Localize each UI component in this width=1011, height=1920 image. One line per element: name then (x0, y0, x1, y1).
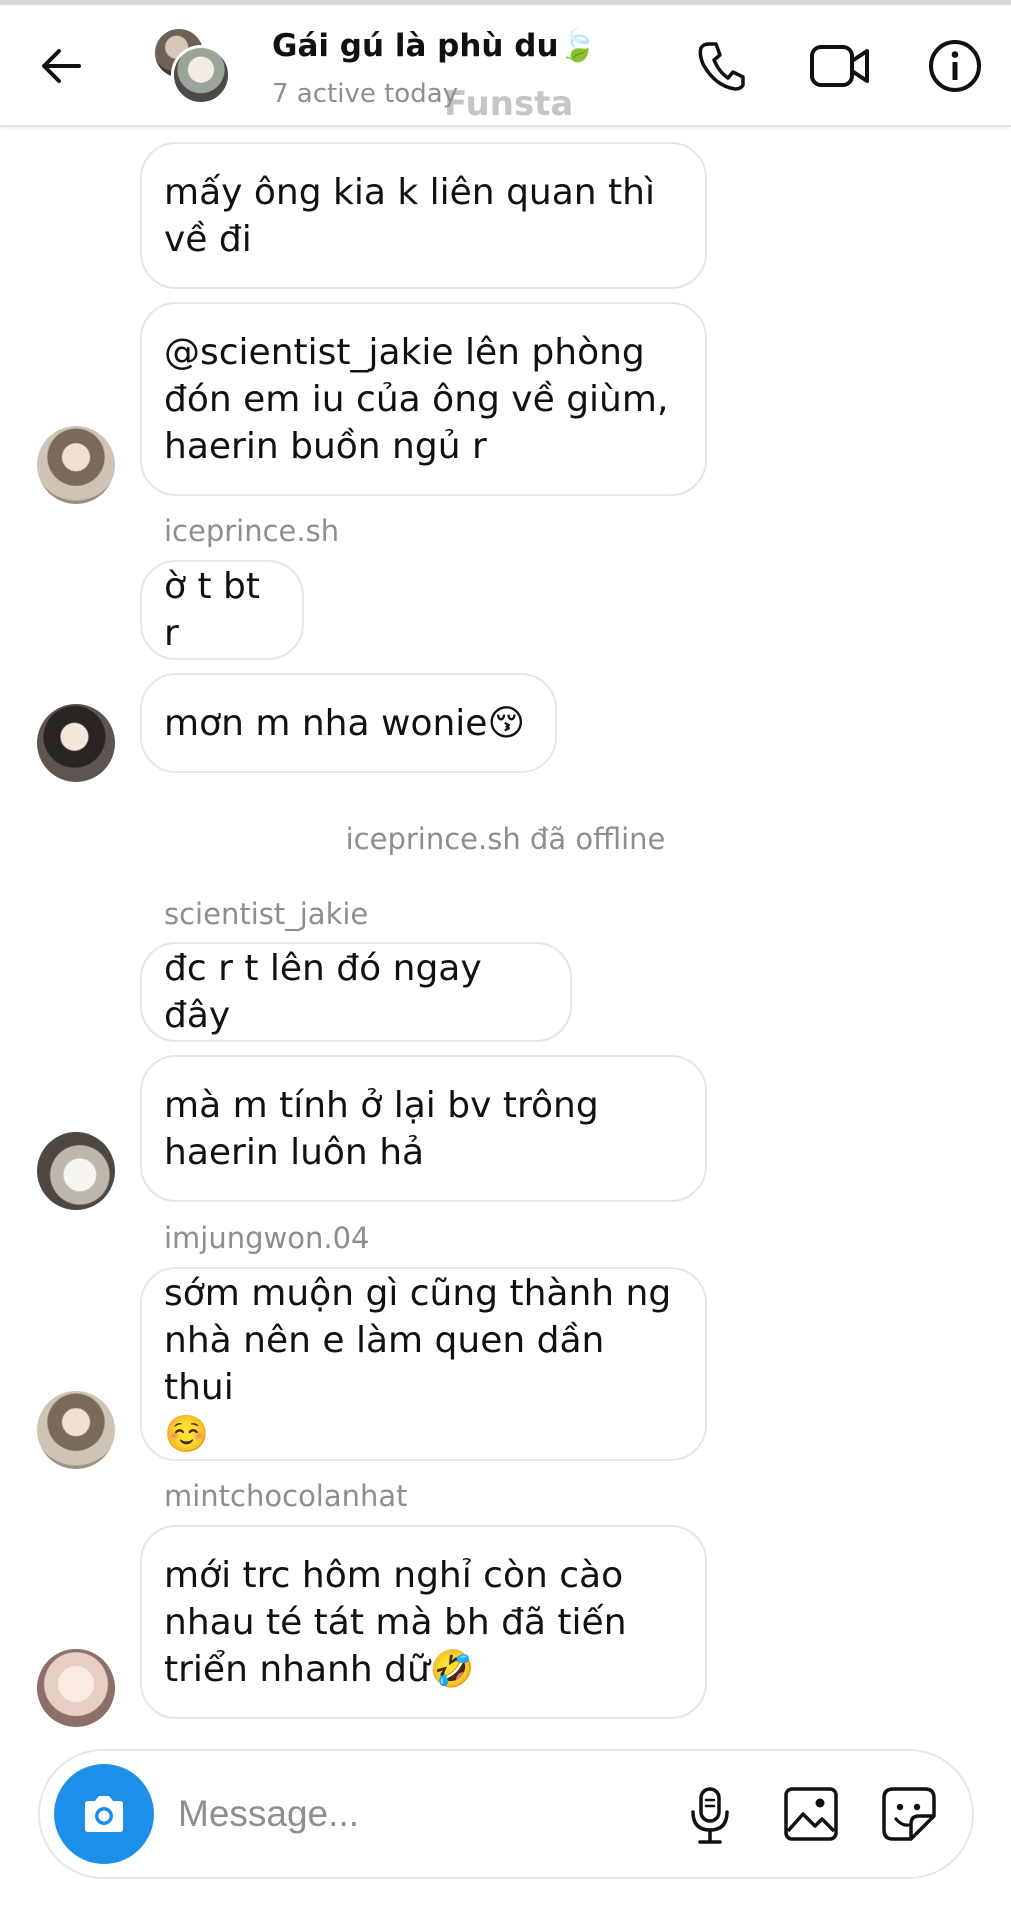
message-bubble[interactable]: sớm muộn gì cũng thành ng nhà nên e làm … (140, 1267, 707, 1461)
group-avatar[interactable] (153, 27, 233, 107)
sender-name[interactable]: iceprince.sh (164, 514, 339, 548)
group-avatar-member-2 (171, 45, 231, 105)
message-text: sớm muộn gì cũng thành ng nhà nên e làm … (164, 1273, 672, 1455)
message-bubble[interactable]: mới trc hôm nghỉ còn cào nhau té tát mà … (140, 1525, 707, 1719)
offline-notice: iceprince.sh đã offline (345, 822, 666, 856)
message-bubble[interactable]: ờ t bt r (140, 560, 304, 660)
message-text: @scientist_jakie lên phòng đón em iu của… (164, 331, 669, 467)
sender-name[interactable]: scientist_jakie (164, 897, 368, 931)
message-bubble[interactable]: @scientist_jakie lên phòng đón em iu của… (140, 302, 707, 496)
sender-avatar[interactable] (37, 704, 115, 782)
sticker-button[interactable] (878, 1783, 940, 1845)
active-status: 7 active today (272, 79, 459, 109)
message-text: ờ t bt r (164, 566, 260, 654)
message-input[interactable] (178, 1781, 558, 1847)
back-arrow-icon (42, 49, 81, 83)
message-text: mà m tính ở lại bv trông haerin luôn hả (164, 1084, 599, 1173)
message-text: đc r t lên đó ngay đây (164, 948, 482, 1036)
chat-title[interactable]: Gái gú là phù du🍃 (272, 27, 597, 64)
sender-avatar[interactable] (37, 1649, 115, 1727)
message-composer (38, 1749, 974, 1879)
sender-name[interactable]: mintchocolanhat (164, 1479, 408, 1513)
sender-avatar[interactable] (37, 426, 115, 504)
info-button[interactable] (924, 33, 986, 99)
message-bubble[interactable]: mấy ông kia k liên quan thì về đi (140, 142, 707, 289)
sender-avatar[interactable] (37, 1132, 115, 1210)
video-camera-icon (810, 45, 869, 87)
gallery-button[interactable] (780, 1783, 842, 1845)
message-bubble[interactable]: mơn m nha wonie😚 (140, 673, 557, 773)
watermark: Funsta (444, 84, 574, 124)
voice-message-button[interactable] (680, 1781, 740, 1851)
message-text: mấy ông kia k liên quan thì về đi (164, 171, 655, 260)
sticker-icon (882, 1787, 936, 1841)
message-bubble[interactable]: đc r t lên đó ngay đây (140, 942, 572, 1042)
message-text: mới trc hôm nghỉ còn cào nhau té tát mà … (164, 1554, 627, 1690)
voice-call-button[interactable] (690, 35, 752, 97)
phone-icon (698, 42, 745, 91)
camera-button[interactable] (54, 1764, 154, 1864)
sender-name[interactable]: imjungwon.04 (164, 1221, 370, 1255)
video-call-button[interactable] (804, 35, 876, 97)
gallery-icon (784, 1787, 838, 1841)
camera-icon (85, 1796, 123, 1832)
message-text: mơn m nha wonie😚 (164, 702, 525, 744)
sender-avatar[interactable] (37, 1391, 115, 1469)
message-bubble[interactable]: mà m tính ở lại bv trông haerin luôn hả (140, 1055, 707, 1202)
microphone-icon (691, 1787, 729, 1844)
info-icon (929, 40, 981, 92)
back-button[interactable] (30, 35, 92, 97)
